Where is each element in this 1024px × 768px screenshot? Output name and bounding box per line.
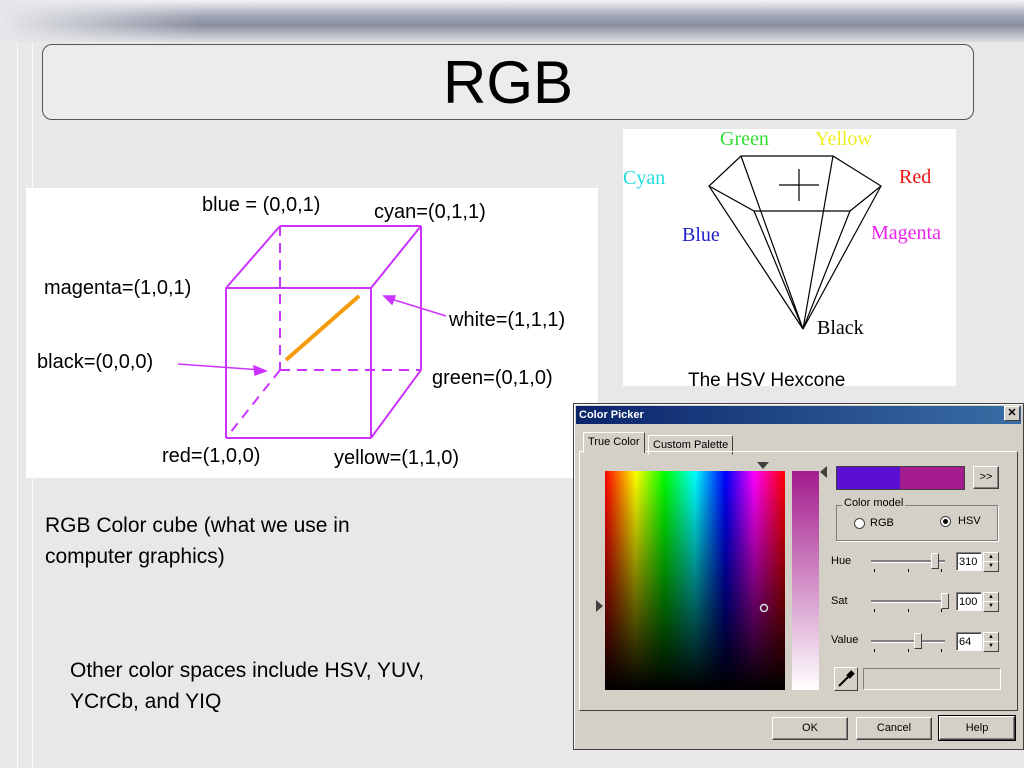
hue-saturation-field[interactable] <box>605 471 785 690</box>
sat-input[interactable]: 100 <box>956 592 982 611</box>
cube-caption-line: computer graphics) <box>45 545 225 568</box>
label-yellow: yellow=(1,1,0) <box>334 447 459 469</box>
eyedropper-sample-field <box>863 668 1001 690</box>
slider-tick <box>908 609 909 612</box>
slide-top-bar <box>0 0 1024 42</box>
slider-tick <box>874 609 875 612</box>
radio-rgb[interactable] <box>854 518 865 529</box>
rgb-cube-svg: blue = (0,0,1) cyan=(0,1,1) magenta=(1,0… <box>37 194 565 469</box>
sat-pointer-icon[interactable] <box>596 600 604 614</box>
value-strip[interactable] <box>792 471 819 690</box>
other-spaces-line: YCrCb, and YIQ <box>70 690 222 713</box>
value-label: Value <box>831 634 859 646</box>
more-button[interactable]: >> <box>973 466 999 489</box>
hex-label-black: Black <box>817 317 864 339</box>
ok-button[interactable]: OK <box>772 717 848 740</box>
slide-title-box: RGB <box>42 44 974 120</box>
label-black: black=(0,0,0) <box>37 351 153 373</box>
slider-tick <box>874 569 875 572</box>
old-color-swatch[interactable] <box>900 466 965 490</box>
color-picker-titlebar[interactable]: Color Picker <box>576 406 1021 424</box>
hsv-hexcone-diagram: Green Yellow Cyan Red Blue Magenta Black… <box>623 128 956 391</box>
window-title: Color Picker <box>579 409 644 421</box>
slider-tick <box>908 649 909 652</box>
slider-tick <box>941 569 942 572</box>
sat-down-icon[interactable]: ▼ <box>983 601 999 612</box>
hex-label-green: Green <box>720 129 769 150</box>
slider-tick <box>874 649 875 652</box>
help-button-label: Help <box>965 722 989 734</box>
value-slider-track[interactable] <box>871 640 945 643</box>
slider-tick <box>941 609 942 612</box>
eyedropper-icon <box>838 670 855 687</box>
sat-slider-thumb[interactable] <box>941 593 949 609</box>
radio-hsv[interactable] <box>940 516 951 527</box>
cancel-button-label: Cancel <box>876 722 912 734</box>
more-button-label: >> <box>979 471 993 483</box>
close-icon[interactable]: ✕ <box>1004 406 1020 421</box>
crosshair-icon[interactable] <box>759 603 769 613</box>
value-input[interactable]: 64 <box>956 632 982 651</box>
slider-tick <box>941 649 942 652</box>
hue-input[interactable]: 310 <box>956 552 982 571</box>
hex-label-red: Red <box>899 166 931 188</box>
cancel-button[interactable]: Cancel <box>856 717 932 740</box>
color-model-label: Color model <box>842 497 906 509</box>
tab-true-color[interactable]: True Color <box>583 432 645 453</box>
hue-slider-thumb[interactable] <box>931 553 939 569</box>
slide-title: RGB <box>442 48 574 116</box>
label-green: green=(0,1,0) <box>432 367 553 389</box>
color-picker-window: Color Picker ✕ True Color Custom Palette… <box>573 403 1024 750</box>
other-spaces-line: Other color spaces include HSV, YUV, <box>70 659 425 682</box>
value-slider-thumb[interactable] <box>914 633 922 649</box>
tab-label: Custom Palette <box>653 439 729 451</box>
label-red: red=(1,0,0) <box>162 445 260 467</box>
tab-label: True Color <box>588 436 640 448</box>
radio-rgb-label: RGB <box>870 517 894 529</box>
hsv-hexcone-svg: Green Yellow Cyan Red Blue Magenta Black… <box>623 128 941 391</box>
hue-label: Hue <box>831 555 852 567</box>
label-blue: blue = (0,0,1) <box>202 194 320 216</box>
sat-slider-track[interactable] <box>871 600 945 603</box>
value-down-icon[interactable]: ▼ <box>983 641 999 652</box>
slider-tick <box>908 569 909 572</box>
label-white: white=(1,1,1) <box>448 309 565 331</box>
label-cyan: cyan=(0,1,1) <box>374 201 486 223</box>
hex-label-blue: Blue <box>682 224 720 246</box>
sat-label: Sat <box>831 595 848 607</box>
hue-pointer-icon[interactable] <box>757 462 771 470</box>
label-magenta: magenta=(1,0,1) <box>44 277 191 299</box>
hue-down-icon[interactable]: ▼ <box>983 561 999 572</box>
other-spaces-text: Other color spaces include HSV, YUV, YCr… <box>70 655 424 717</box>
gray-diagonal <box>284 294 361 362</box>
radio-hsv-label: HSV <box>958 515 981 527</box>
cube-caption-line: RGB Color cube (what we use in <box>45 514 350 537</box>
eyedropper-button[interactable] <box>834 667 858 691</box>
new-color-swatch <box>836 466 902 490</box>
value-pointer-icon[interactable] <box>820 466 828 480</box>
hex-label-cyan: Cyan <box>623 167 665 189</box>
rgb-cube-diagram: blue = (0,0,1) cyan=(0,1,1) magenta=(1,0… <box>26 188 598 478</box>
cube-caption-text: RGB Color cube (what we use in computer … <box>45 510 350 572</box>
hex-label-yellow: Yellow <box>815 129 872 150</box>
hex-label-magenta: Magenta <box>871 222 941 244</box>
help-button[interactable]: Help <box>938 715 1016 741</box>
hex-caption: The HSV Hexcone <box>688 370 845 386</box>
ok-button-label: OK <box>802 722 818 734</box>
slide-guide-line <box>17 42 18 768</box>
